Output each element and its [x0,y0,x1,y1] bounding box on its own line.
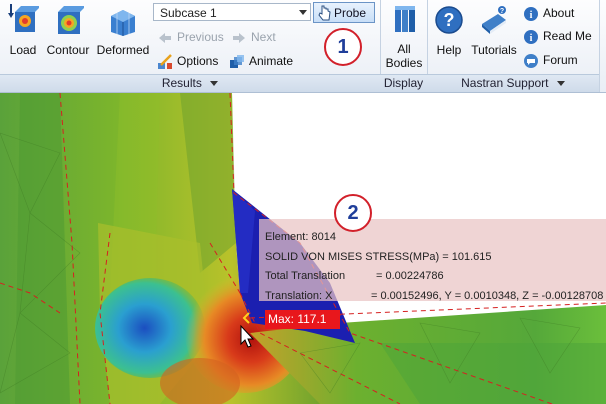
read-me-label: Read Me [543,29,592,43]
all-bodies-button[interactable]: All Bodies [383,4,425,70]
nastran-support-group-label[interactable]: Nastran Support [427,74,599,92]
callout-1-number: 1 [337,36,349,58]
probe-label: Probe [334,6,367,20]
next-label: Next [251,30,276,44]
all-bodies-label-line1: All [397,42,411,56]
tooltip-translation-label: Translation: X [265,290,333,302]
tooltip-translation-value: = 0.00152496, Y = 0.0010348, Z = -0.0012… [371,290,604,302]
display-label: Display [383,76,424,90]
tooltip-stress: SOLID VON MISES STRESS(MPa) = 101.615 [265,251,492,263]
help-button[interactable]: ? Help [433,4,465,57]
forum-icon [523,53,539,69]
tooltip-element: Element: 8014 [265,231,336,243]
help-icon: ? [435,6,463,34]
probe-tooltip: Element: 8014 SOLID VON MISES STRESS(MPa… [259,219,606,302]
chevron-down-icon [556,81,565,87]
callout-2: 2 [334,194,372,232]
tooltip-total-translation-value: = 0.00224786 [376,270,444,282]
callout-2-number: 2 [347,202,359,224]
nastran-support-group: ? Help ? Tutorials i About i Read Me For… [427,0,600,92]
probe-icon [318,5,331,21]
next-button[interactable]: Next [231,27,276,47]
about-label: About [543,6,575,20]
tutorials-icon: ? [482,6,506,34]
callout-1: 1 [324,28,362,66]
forum-label: Forum [543,53,578,67]
tutorials-button[interactable]: ? Tutorials [469,4,519,57]
deformed-icon [111,10,135,36]
load-label: Load [9,43,37,57]
deformed-label: Deformed [96,43,150,57]
info-icon: i [523,29,539,45]
contour-label: Contour [46,43,90,57]
display-group-label: Display [380,74,427,92]
contour-icon [58,6,86,34]
all-bodies-label-line2: Bodies [385,56,423,70]
options-icon [157,53,173,70]
max-value-label: Max: 117.1 [265,310,340,329]
chevron-down-icon [299,10,307,15]
max-value-text: Max: 117.1 [268,312,327,326]
previous-label: Previous [177,30,224,44]
svg-text:i: i [530,10,533,21]
display-group: All Bodies Display [380,0,428,92]
results-label: Results [161,76,202,90]
subcase-select[interactable]: Subcase 1 [153,3,311,21]
tutorials-label: Tutorials [471,43,517,57]
svg-text:?: ? [444,10,455,30]
results-group-label[interactable]: Results [0,74,380,92]
forum-button[interactable]: Forum [523,50,578,70]
arrow-right-icon [231,30,247,46]
help-label: Help [436,43,462,57]
load-button[interactable]: Load [6,4,41,57]
load-icon [8,4,41,32]
svg-text:i: i [530,33,533,44]
deformed-button[interactable]: Deformed [96,4,150,57]
animate-icon [229,54,245,70]
contour-button[interactable]: Contour [44,4,92,57]
options-button[interactable]: Options [157,51,218,71]
nastran-support-label: Nastran Support [461,76,549,90]
animate-label: Animate [249,54,294,68]
all-bodies-icon [395,6,415,32]
probe-button[interactable]: Probe [313,2,375,23]
read-me-button[interactable]: i Read Me [523,26,592,46]
model-viewport[interactable]: Element: 8014 SOLID VON MISES STRESS(MPa… [0,93,606,404]
svg-text:?: ? [500,8,504,15]
subcase-value: Subcase 1 [160,6,217,20]
tooltip-total-translation-label: Total Translation [265,270,346,282]
chevron-down-icon [210,81,219,87]
ribbon: Load Contour Deformed Subcase 1 Probe Pr… [0,0,606,93]
animate-button[interactable]: Animate [229,51,293,71]
options-label: Options [177,54,219,68]
about-button[interactable]: i About [523,3,574,23]
previous-button[interactable]: Previous [157,27,224,47]
arrow-left-icon [157,30,173,46]
info-icon: i [523,6,539,22]
